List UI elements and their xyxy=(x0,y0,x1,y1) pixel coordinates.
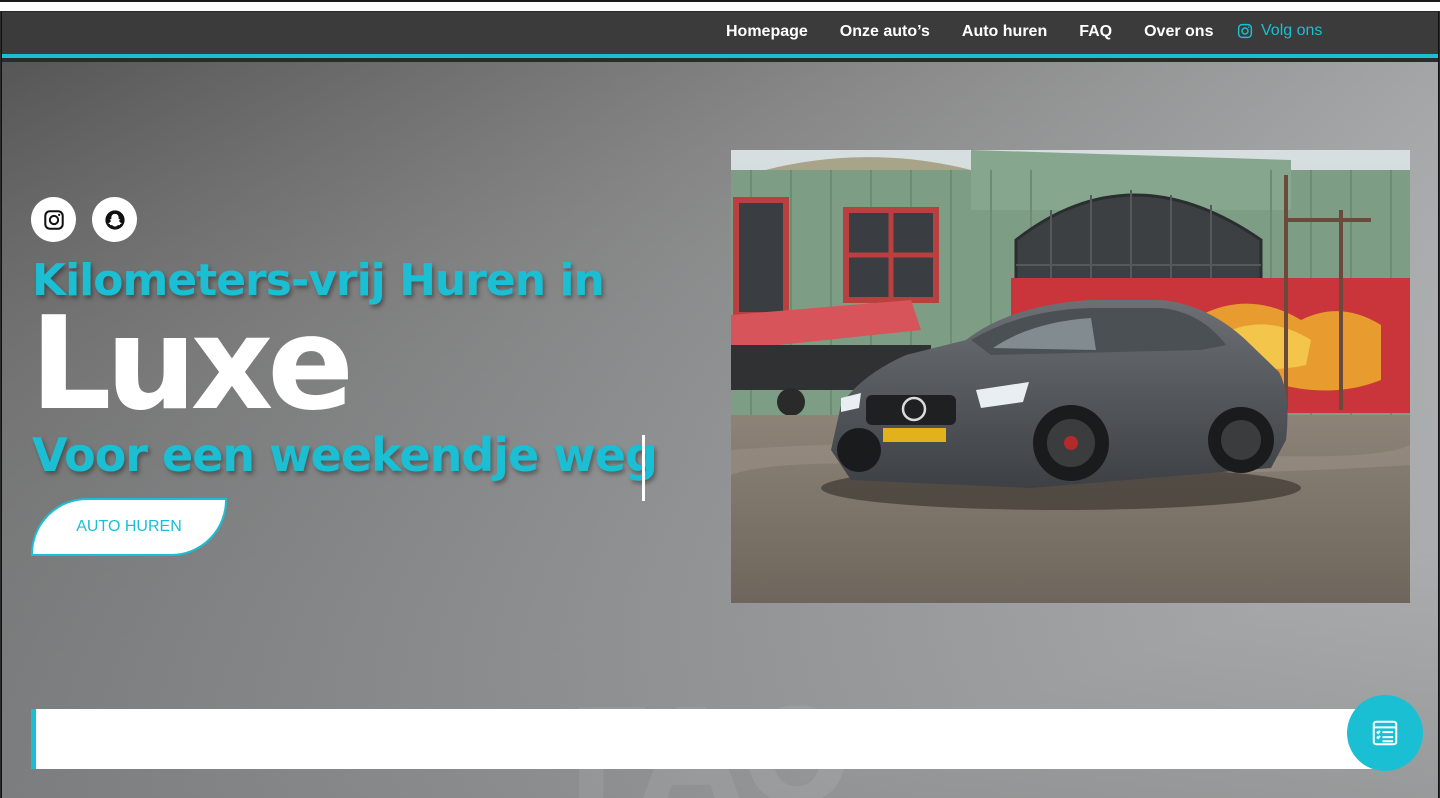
instagram-button[interactable] xyxy=(31,197,76,242)
hero-typed-text: Voor een weekendje weg xyxy=(32,428,658,482)
hero-section: Kilometers-vrij Huren in Luxe Voor een w… xyxy=(2,62,1438,798)
hero-car-photo xyxy=(731,150,1410,603)
nav-item-over-ons[interactable]: Over ons xyxy=(1144,23,1213,41)
nav-links: Homepage Onze auto’s Auto huren FAQ Over… xyxy=(710,12,1229,52)
snapchat-button[interactable] xyxy=(92,197,137,242)
form-fab-button[interactable] xyxy=(1347,695,1423,771)
checklist-icon xyxy=(1372,720,1398,746)
nav-item-faq[interactable]: FAQ xyxy=(1079,23,1112,41)
window-top-bar xyxy=(0,0,1440,12)
nav-item-homepage[interactable]: Homepage xyxy=(726,23,808,41)
nav-item-auto-huren[interactable]: Auto huren xyxy=(962,23,1047,41)
follow-us-label: Volg ons xyxy=(1261,22,1323,39)
snapchat-icon xyxy=(104,209,125,230)
typing-cursor xyxy=(642,435,645,501)
nav-item-onze-autos[interactable]: Onze auto’s xyxy=(840,23,930,41)
instagram-icon xyxy=(43,209,64,230)
faq-card xyxy=(31,709,1384,769)
instagram-icon xyxy=(1237,23,1253,39)
hero-headline: Luxe xyxy=(30,290,354,439)
car-photo-illustration xyxy=(731,150,1410,603)
auto-huren-button[interactable]: AUTO HUREN xyxy=(31,498,227,556)
follow-us-link[interactable]: Volg ons xyxy=(1237,22,1322,40)
navbar: Homepage Onze auto’s Auto huren FAQ Over… xyxy=(2,12,1438,58)
page-frame: Homepage Onze auto’s Auto huren FAQ Over… xyxy=(1,12,1439,798)
